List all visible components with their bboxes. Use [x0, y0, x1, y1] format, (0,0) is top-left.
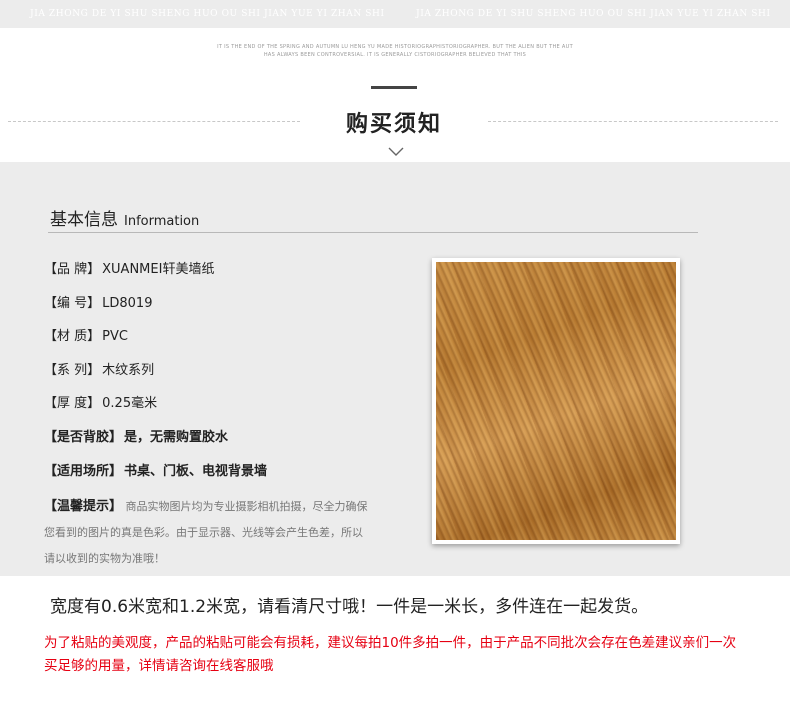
band-text-left: JIA ZHONG DE YI SHU SHENG HUO OU SHI JIA… [30, 9, 385, 19]
info-value: 是，无需购置胶水 [124, 429, 229, 445]
section-title: 基本信息 Information [50, 205, 199, 230]
header-band: JIA ZHONG DE YI SHU SHENG HUO OU SHI JIA… [0, 0, 790, 28]
page-title: 购买须知 [345, 111, 442, 137]
info-row-series: 【系 列】 木纹系列 [44, 359, 374, 393]
info-value: 书桌、门板、电视背景墙 [124, 463, 268, 479]
info-label: 【品 牌】 [44, 262, 101, 277]
product-photo [436, 262, 676, 540]
product-photo-frame [432, 258, 680, 544]
info-list: 【品 牌】 XUANMEI轩美墙纸 【编 号】 LD8019 【材 质】 PVC 【系… [44, 258, 374, 493]
info-value: XUANMEI轩美墙纸 [102, 262, 215, 277]
info-label: 【编 号】 [44, 295, 101, 311]
band-text-right: JIA ZHONG DE YI SHU SHENG HUO OU SHI JIA… [416, 9, 771, 19]
info-value: 0.25毫米 [102, 396, 158, 412]
info-row-adhesive: 【是否背胶】 是，无需购置胶水 [44, 426, 374, 460]
info-row-thickness: 【厚 度】 0.25毫米 [44, 392, 374, 426]
info-row-material: 【材 质】 PVC [44, 325, 374, 359]
section-title-text: 基本信息 [50, 210, 118, 230]
tip-paragraph: 【温馨提示】 商品实物图片均为专业摄影相机拍摄，尽全力确保您看到的图片的真是色彩… [44, 494, 370, 572]
warning-note: 为了粘贴的美观度，产品的粘贴可能会有损耗，建议每拍10件多拍一件，由于产品不同批… [44, 635, 737, 674]
size-note: 宽度有0.6米宽和1.2米宽，请看清尺寸哦！一件是一米长，多件连在一起发货。 [50, 597, 649, 617]
info-label: 【材 质】 [44, 329, 101, 345]
info-value: 木纹系列 [102, 362, 155, 378]
fine-print-line2: HAS ALWAYS BEEN CONTROVERSIAL. IT IS GEN… [263, 52, 527, 58]
fine-print-line1: IT IS THE END OF THE SPRING AND AUTUMN L… [217, 44, 573, 50]
dotted-divider-left [8, 121, 300, 122]
info-panel: 基本信息 Information 【品 牌】 XUANMEI轩美墙纸 【编 号】 LD… [0, 162, 790, 576]
section-divider [48, 232, 698, 233]
info-label: 【厚 度】 [44, 396, 101, 412]
info-row-usage: 【适用场所】 书桌、门板、电视背景墙 [44, 460, 374, 494]
info-row-code: 【编 号】 LD8019 [44, 292, 374, 326]
title-accent-rule [371, 86, 417, 89]
info-value: PVC [102, 329, 128, 345]
tip-label: 【温馨提示】 [44, 499, 123, 514]
info-value: LD8019 [102, 295, 153, 311]
info-row-brand: 【品 牌】 XUANMEI轩美墙纸 [44, 258, 374, 292]
info-label: 【适用场所】 [44, 463, 123, 479]
chevron-down-icon [388, 147, 404, 156]
section-subtitle: Information [124, 214, 200, 229]
info-label: 【系 列】 [44, 362, 101, 378]
dotted-divider-right [488, 121, 778, 122]
info-label: 【是否背胶】 [44, 429, 123, 445]
